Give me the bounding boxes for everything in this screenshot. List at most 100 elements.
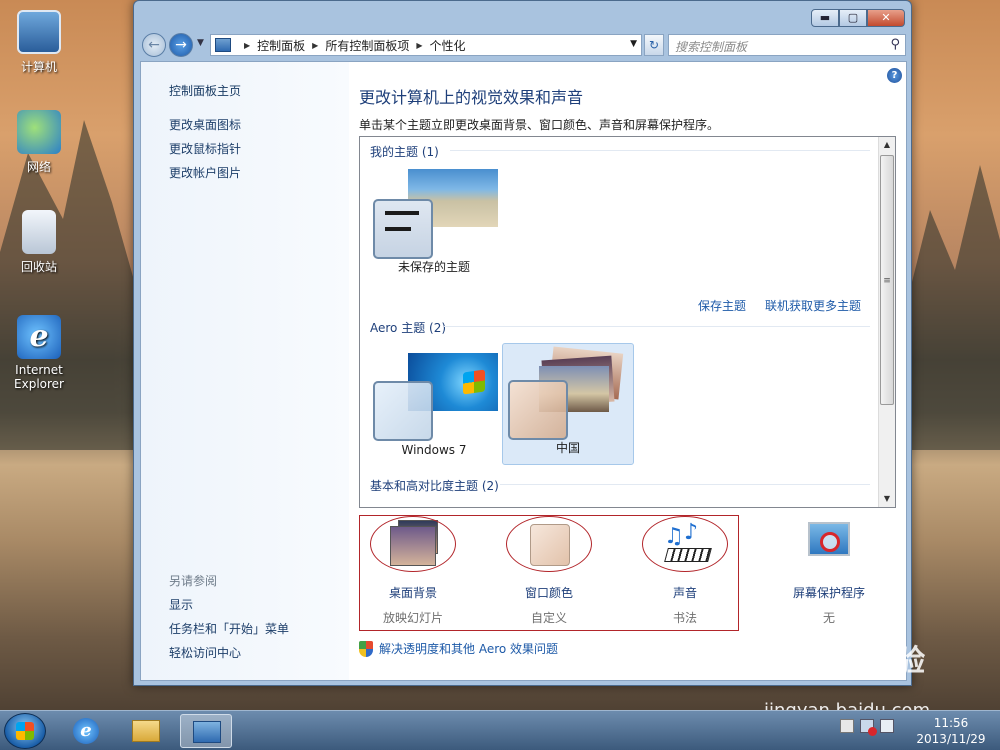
- prohibited-icon: [820, 532, 840, 552]
- breadcrumb-control-panel[interactable]: 控制面板: [257, 37, 305, 54]
- start-button[interactable]: [4, 713, 46, 749]
- setting-value: 书法: [672, 611, 697, 625]
- computer-icon: [17, 10, 61, 54]
- taskbar-ie-button[interactable]: e: [60, 714, 112, 748]
- sound-setting[interactable]: ♫ ♪ 声音 书法: [635, 516, 735, 626]
- title-bar[interactable]: ▬ ▢ ✕: [134, 1, 911, 31]
- search-icon[interactable]: ⚲: [890, 37, 900, 52]
- taskbar-explorer-button[interactable]: [120, 714, 172, 748]
- window-color-preview: [508, 380, 568, 440]
- window-color-setting[interactable]: 窗口颜色 自定义: [499, 516, 599, 626]
- setting-name[interactable]: 声音: [635, 584, 735, 601]
- desktop-icon-ie[interactable]: e Internet Explorer: [4, 315, 74, 391]
- search-placeholder: 搜索控制面板: [675, 40, 748, 54]
- recent-pages-dropdown[interactable]: ▼: [197, 38, 204, 48]
- breadcrumb-personalization[interactable]: 个性化: [430, 37, 466, 54]
- screensaver-icon: [808, 522, 850, 556]
- theme-windows7[interactable]: Windows 7: [368, 343, 500, 465]
- aero-troubleshoot-label[interactable]: 解决透明度和其他 Aero 效果问题: [379, 640, 558, 657]
- control-panel-icon: [215, 38, 231, 52]
- theme-list[interactable]: 我的主题 (1) 未保存的主题 保存主题 联机获取更多主题 Aero 主题 (2…: [359, 136, 896, 508]
- annotation-circle: [370, 516, 456, 572]
- window-color-preview: [373, 381, 433, 441]
- maximize-button[interactable]: ▢: [839, 9, 867, 27]
- forward-button[interactable]: →: [169, 33, 193, 57]
- minimize-button[interactable]: ▬: [811, 9, 839, 27]
- content-area: 控制面板主页 更改桌面图标 更改鼠标指针 更改帐户图片 另请参阅 显示 任务栏和…: [140, 61, 907, 681]
- scroll-thumb[interactable]: ≡: [880, 155, 894, 405]
- my-themes-heading[interactable]: 我的主题 (1): [370, 143, 439, 160]
- network-tray-icon[interactable]: [880, 719, 894, 733]
- watermark-brand: Bai du 经验: [740, 644, 927, 679]
- mountain-right: [900, 165, 1000, 450]
- desktop-icon-label: 计算机: [20, 60, 57, 74]
- window-color-preview: [373, 199, 433, 259]
- setting-name[interactable]: 桌面背景: [363, 584, 463, 601]
- notification-area: [840, 719, 900, 736]
- setting-value: 放映幻灯片: [382, 611, 443, 625]
- action-center-flag-icon[interactable]: [840, 719, 854, 733]
- screensaver-setting[interactable]: 屏幕保护程序 无: [779, 520, 879, 626]
- theme-label: 中国: [555, 441, 580, 455]
- setting-name[interactable]: 窗口颜色: [499, 584, 599, 601]
- aero-themes-heading[interactable]: Aero 主题 (2): [370, 319, 446, 336]
- address-dropdown-icon[interactable]: ▼: [630, 39, 637, 49]
- ease-of-access-link[interactable]: 轻松访问中心: [169, 644, 241, 661]
- theme-unsaved[interactable]: 未保存的主题: [368, 169, 500, 287]
- close-button[interactable]: ✕: [867, 9, 905, 27]
- taskbar-start-menu-link[interactable]: 任务栏和「开始」菜单: [169, 620, 289, 637]
- breadcrumb-all-items[interactable]: 所有控制面板项: [325, 37, 409, 54]
- clock-date: 2013/11/29: [916, 732, 986, 746]
- clock-time: 11:56: [933, 716, 969, 730]
- basic-themes-heading[interactable]: 基本和高对比度主题 (2): [370, 477, 499, 494]
- control-panel-home-link[interactable]: 控制面板主页: [169, 82, 241, 99]
- theme-label: Windows 7: [401, 443, 467, 457]
- display-link[interactable]: 显示: [169, 596, 193, 613]
- window-controls: ▬ ▢ ✕: [811, 9, 905, 27]
- aero-troubleshoot-link[interactable]: 解决透明度和其他 Aero 效果问题: [359, 640, 558, 657]
- clock[interactable]: 11:56 2013/11/29: [912, 715, 990, 747]
- scroll-down-arrow-icon[interactable]: ▼: [879, 491, 895, 507]
- windows-logo-icon: [16, 722, 34, 740]
- search-input[interactable]: 搜索控制面板 ⚲: [668, 34, 906, 56]
- setting-name[interactable]: 屏幕保护程序: [779, 584, 879, 601]
- desktop-icon-recycle-bin[interactable]: 回收站: [4, 210, 74, 275]
- main-pane: 更改计算机上的视觉效果和声音 单击某个主题立即更改桌面背景、窗口颜色、声音和屏幕…: [359, 62, 908, 680]
- refresh-button[interactable]: ↻: [644, 34, 664, 56]
- get-more-themes-link[interactable]: 联机获取更多主题: [765, 297, 861, 314]
- desktop-background-setting[interactable]: 桌面背景 放映幻灯片: [363, 516, 463, 626]
- setting-value: 无: [822, 611, 835, 625]
- internet-explorer-icon: e: [73, 718, 99, 744]
- see-also-heading: 另请参阅: [169, 574, 218, 588]
- internet-explorer-icon: e: [17, 315, 61, 359]
- theme-china[interactable]: 中国: [502, 343, 634, 465]
- shield-icon: [359, 640, 373, 657]
- breadcrumb-separator[interactable]: ▶: [416, 41, 422, 50]
- control-panel-icon: [193, 721, 221, 743]
- vertical-scrollbar[interactable]: ▲ ≡ ▼: [878, 137, 895, 507]
- volume-muted-icon[interactable]: [860, 719, 877, 736]
- breadcrumb-separator[interactable]: ▶: [244, 41, 250, 50]
- save-theme-link[interactable]: 保存主题: [698, 297, 746, 314]
- desktop-icon-label: 回收站: [20, 260, 57, 274]
- taskbar-control-panel-button[interactable]: [180, 714, 232, 748]
- taskbar: e 11:56 2013/11/29: [0, 710, 1000, 750]
- back-button[interactable]: ←: [142, 33, 166, 57]
- desktop-icon-network[interactable]: 网络: [4, 110, 74, 175]
- desktop-icon-computer[interactable]: 计算机: [4, 10, 74, 75]
- section-divider: [500, 484, 870, 485]
- task-pane: 控制面板主页 更改桌面图标 更改鼠标指针 更改帐户图片 另请参阅 显示 任务栏和…: [141, 62, 349, 680]
- change-mouse-pointers-link[interactable]: 更改鼠标指针: [169, 140, 241, 157]
- annotation-circle: [506, 516, 592, 572]
- change-desktop-icons-link[interactable]: 更改桌面图标: [169, 116, 241, 133]
- desktop-icon-label: Internet Explorer: [14, 363, 64, 391]
- section-divider: [450, 150, 870, 151]
- setting-value: 自定义: [530, 611, 567, 625]
- address-field[interactable]: ▶ 控制面板 ▶ 所有控制面板项 ▶ 个性化 ▼: [210, 34, 642, 56]
- desktop-icon-label: 网络: [26, 160, 51, 174]
- scroll-up-arrow-icon[interactable]: ▲: [879, 137, 895, 153]
- change-account-picture-link[interactable]: 更改帐户图片: [169, 164, 241, 181]
- breadcrumb-separator[interactable]: ▶: [312, 41, 318, 50]
- page-title: 更改计算机上的视觉效果和声音: [359, 88, 584, 107]
- page-subtitle: 单击某个主题立即更改桌面背景、窗口颜色、声音和屏幕保护程序。: [359, 118, 720, 132]
